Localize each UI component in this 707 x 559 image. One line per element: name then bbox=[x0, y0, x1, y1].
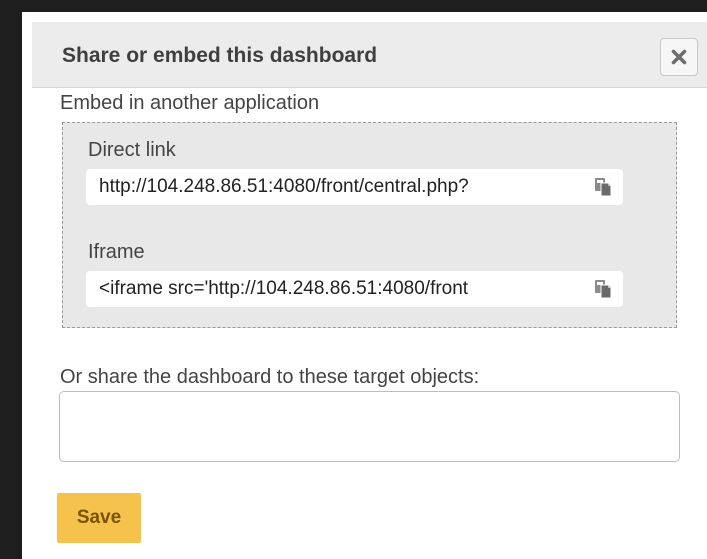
close-icon bbox=[671, 49, 687, 65]
copy-icon[interactable] bbox=[593, 279, 613, 299]
share-targets-label: Or share the dashboard to these target o… bbox=[60, 366, 480, 388]
share-targets-input[interactable] bbox=[59, 391, 680, 462]
copy-icon[interactable] bbox=[593, 177, 613, 197]
direct-link-label: Direct link bbox=[88, 139, 176, 161]
share-dashboard-dialog: Share or embed this dashboard Embed in a… bbox=[22, 12, 707, 559]
direct-link-input[interactable] bbox=[86, 169, 586, 205]
embed-options-box: Direct link Iframe bbox=[62, 122, 677, 328]
close-button[interactable] bbox=[660, 38, 698, 76]
dialog-header: Share or embed this dashboard bbox=[32, 22, 707, 88]
iframe-field bbox=[86, 271, 623, 307]
save-button[interactable]: Save bbox=[57, 493, 141, 543]
dialog-title: Share or embed this dashboard bbox=[62, 44, 378, 67]
embed-section-label: Embed in another application bbox=[60, 92, 320, 114]
iframe-input[interactable] bbox=[86, 271, 586, 307]
iframe-label: Iframe bbox=[88, 241, 145, 263]
direct-link-field bbox=[86, 169, 623, 205]
window-frame-left bbox=[0, 0, 22, 559]
window-frame-top bbox=[0, 0, 707, 12]
